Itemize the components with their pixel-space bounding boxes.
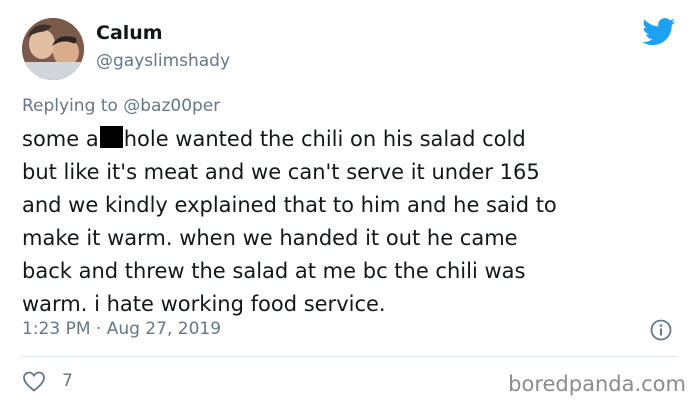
- tweet-text: some a hole wanted the chili on his salad…: [22, 123, 682, 321]
- divider: [22, 356, 678, 357]
- replying-to-mention[interactable]: @baz00per: [123, 96, 220, 116]
- tweet-line-1: some a hole wanted the chili on his salad…: [22, 123, 682, 156]
- tweet-timestamp[interactable]: 1:23 PM · Aug 27, 2019: [22, 319, 221, 339]
- tweet-card: Calum @gayslimshady Replying to @baz00pe…: [0, 0, 700, 410]
- avatar[interactable]: [22, 18, 84, 80]
- heart-icon[interactable]: [22, 370, 46, 392]
- replying-to: Replying to @baz00per: [22, 96, 220, 116]
- tweet-line-1-end: hole wanted the chili on his salad cold: [123, 127, 526, 151]
- like-count: 7: [62, 371, 73, 391]
- twitter-bird-icon[interactable]: [642, 18, 676, 46]
- author-name[interactable]: Calum: [96, 22, 163, 44]
- tweet-line-2: but like it's meat and we can't serve it…: [22, 160, 540, 184]
- tweet-line-3: and we kindly explained that to him and …: [22, 193, 557, 217]
- tweet-line-6: warm. i hate working food service.: [22, 292, 386, 316]
- watermark: boredpanda.com: [508, 372, 686, 396]
- tweet-line-1-start: some a: [22, 127, 99, 151]
- author-handle[interactable]: @gayslimshady: [96, 51, 230, 71]
- avatar-photo-icon: [22, 18, 84, 80]
- info-icon[interactable]: [650, 319, 672, 341]
- censor-block: [99, 126, 123, 148]
- tweet-line-5: back and threw the salad at me bc the ch…: [22, 259, 526, 283]
- replying-to-label: Replying to: [22, 96, 118, 116]
- tweet-line-4: make it warm. when we handed it out he c…: [22, 226, 518, 250]
